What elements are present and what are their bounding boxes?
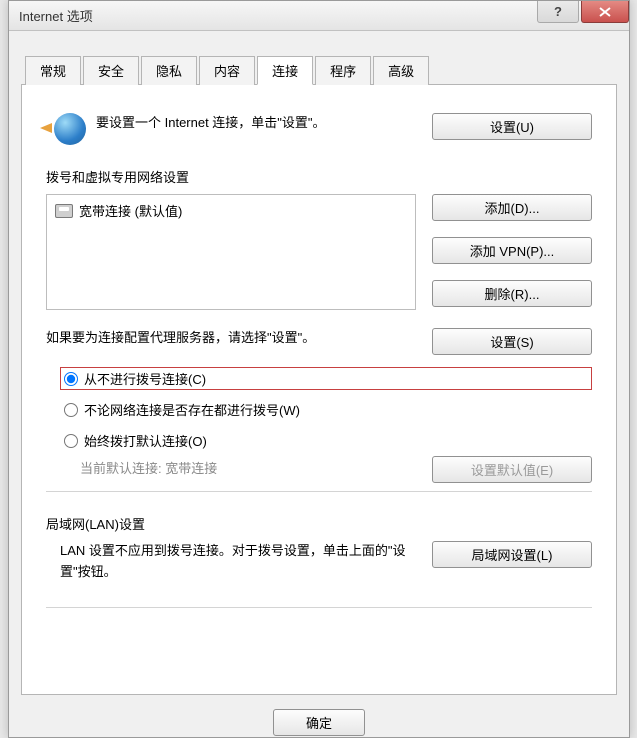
lan-settings-button[interactable]: 局域网设置(L) bbox=[432, 541, 592, 568]
tab-advanced[interactable]: 高级 bbox=[373, 56, 429, 85]
radio-always-dial[interactable]: 始终拨打默认连接(O) bbox=[60, 429, 592, 452]
lan-row: LAN 设置不应用到拨号连接。对于拨号设置，单击上面的"设置"按钮。 局域网设置… bbox=[46, 541, 592, 583]
tab-programs[interactable]: 程序 bbox=[315, 56, 371, 85]
setup-button[interactable]: 设置(U) bbox=[432, 113, 592, 140]
content-area: 常规 安全 隐私 内容 连接 程序 高级 要设置一个 Internet 连接，单… bbox=[9, 31, 629, 736]
default-row: 当前默认连接: 宽带连接 设置默认值(E) bbox=[46, 456, 592, 483]
lan-text: LAN 设置不应用到拨号连接。对于拨号设置，单击上面的"设置"按钮。 bbox=[60, 541, 422, 583]
connection-name: 宽带连接 (默认值) bbox=[79, 201, 182, 220]
tab-content[interactable]: 内容 bbox=[199, 56, 255, 85]
radio-dial-whenever[interactable]: 不论网络连接是否存在都进行拨号(W) bbox=[60, 398, 592, 421]
tab-panel: 要设置一个 Internet 连接，单击"设置"。 设置(U) 拨号和虚拟专用网… bbox=[21, 85, 617, 695]
window-controls: ? bbox=[537, 1, 629, 23]
button-bar: 确定 bbox=[21, 695, 617, 736]
dial-radio-group: 从不进行拨号连接(C) 不论网络连接是否存在都进行拨号(W) 始终拨打默认连接(… bbox=[60, 367, 592, 452]
radio-dial-whenever-input[interactable] bbox=[64, 403, 78, 417]
tab-strip: 常规 安全 隐私 内容 连接 程序 高级 bbox=[21, 55, 617, 85]
help-button[interactable]: ? bbox=[537, 1, 579, 23]
radio-never-dial-input[interactable] bbox=[64, 372, 78, 386]
connection-icon bbox=[55, 204, 73, 218]
radio-label: 不论网络连接是否存在都进行拨号(W) bbox=[84, 400, 300, 419]
proxy-row: 如果要为连接配置代理服务器，请选择"设置"。 设置(S) bbox=[46, 328, 592, 355]
radio-never-dial[interactable]: 从不进行拨号连接(C) bbox=[60, 367, 592, 390]
connection-buttons: 添加(D)... 添加 VPN(P)... 删除(R)... bbox=[432, 194, 592, 307]
add-vpn-button[interactable]: 添加 VPN(P)... bbox=[432, 237, 592, 264]
tab-security[interactable]: 安全 bbox=[83, 56, 139, 85]
radio-label: 始终拨打默认连接(O) bbox=[84, 431, 207, 450]
divider bbox=[46, 491, 592, 492]
ok-button[interactable]: 确定 bbox=[273, 709, 365, 736]
title-bar: Internet 选项 ? bbox=[9, 1, 629, 31]
dial-row: 宽带连接 (默认值) 添加(D)... 添加 VPN(P)... 删除(R)..… bbox=[46, 194, 592, 310]
tab-connections[interactable]: 连接 bbox=[257, 56, 313, 85]
radio-label: 从不进行拨号连接(C) bbox=[84, 369, 206, 388]
setup-text: 要设置一个 Internet 连接，单击"设置"。 bbox=[96, 113, 422, 134]
settings-button[interactable]: 设置(S) bbox=[432, 328, 592, 355]
connections-listbox[interactable]: 宽带连接 (默认值) bbox=[46, 194, 416, 310]
window-title: Internet 选项 bbox=[19, 6, 93, 25]
radio-always-dial-input[interactable] bbox=[64, 434, 78, 448]
add-button[interactable]: 添加(D)... bbox=[432, 194, 592, 221]
globe-icon bbox=[54, 113, 86, 145]
setup-row: 要设置一个 Internet 连接，单击"设置"。 设置(U) bbox=[46, 113, 592, 145]
tab-general[interactable]: 常规 bbox=[25, 56, 81, 85]
proxy-text: 如果要为连接配置代理服务器，请选择"设置"。 bbox=[46, 328, 422, 349]
list-item[interactable]: 宽带连接 (默认值) bbox=[55, 201, 407, 220]
set-default-button[interactable]: 设置默认值(E) bbox=[432, 456, 592, 483]
tab-privacy[interactable]: 隐私 bbox=[141, 56, 197, 85]
remove-button[interactable]: 删除(R)... bbox=[432, 280, 592, 307]
current-default-text: 当前默认连接: 宽带连接 bbox=[80, 458, 217, 477]
dialog-window: Internet 选项 ? 常规 安全 隐私 内容 连接 程序 高级 bbox=[8, 0, 630, 738]
close-button[interactable] bbox=[581, 1, 629, 23]
divider bbox=[46, 607, 592, 608]
dial-section-label: 拨号和虚拟专用网络设置 bbox=[46, 167, 592, 186]
lan-section-label: 局域网(LAN)设置 bbox=[46, 514, 592, 533]
